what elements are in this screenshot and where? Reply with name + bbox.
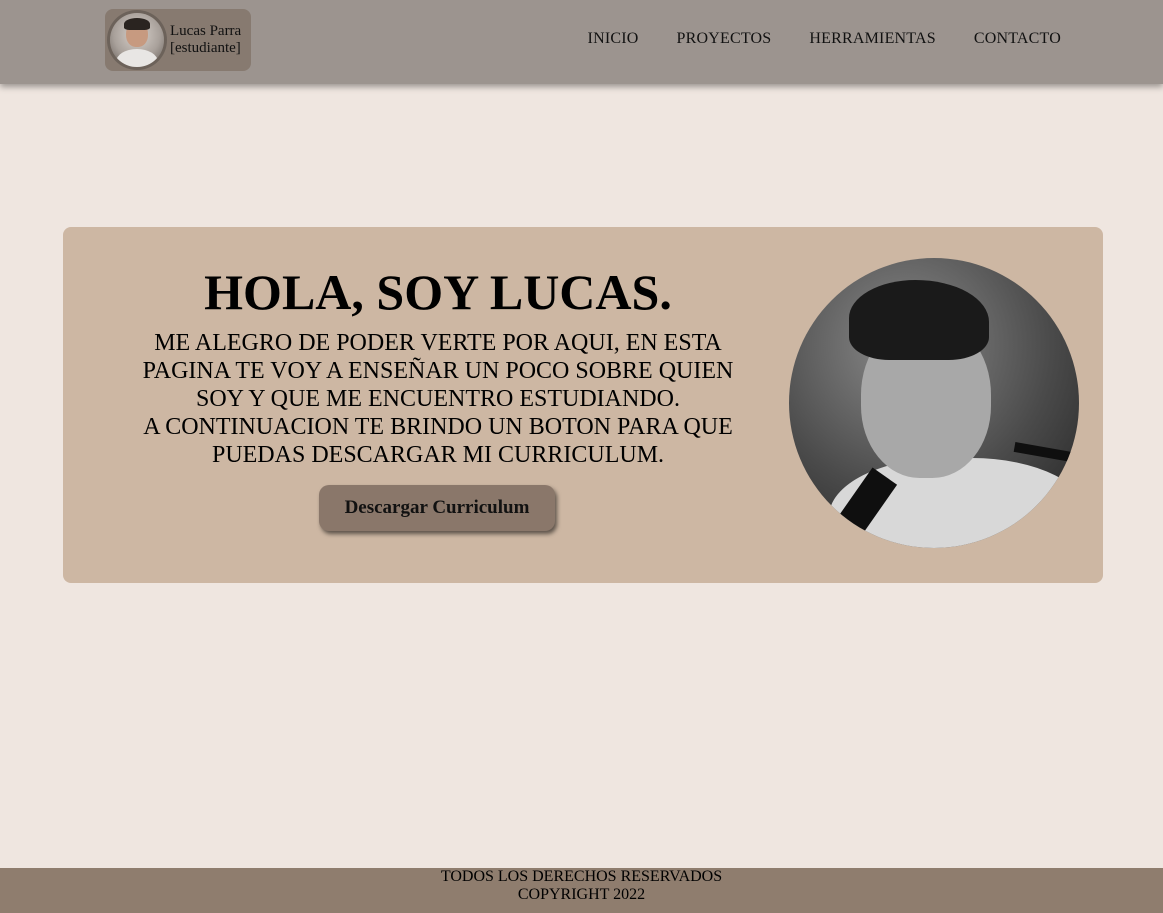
hero-paragraph-1: ME ALEGRO DE PODER VERTE POR AQUI, EN ES… — [142, 330, 734, 412]
nav-link-contacto[interactable]: CONTACTO — [974, 30, 1061, 48]
brand-name: Lucas Parra — [170, 23, 242, 39]
footer-copyright: COPYRIGHT 2022 — [517, 886, 646, 903]
navbar: Lucas Parra [estudiante] INICIO PROYECTO… — [0, 0, 1163, 84]
download-cv-button[interactable]: Descargar Curriculum — [319, 485, 555, 531]
hero-intro: ME ALEGRO DE PODER VERTE POR AQUI, EN ES… — [123, 329, 753, 469]
nav-link-proyectos[interactable]: PROYECTOS — [677, 30, 772, 48]
profile-photo — [789, 258, 1079, 548]
footer-rights: TODOS LOS DERECHOS RESERVADOS — [440, 868, 723, 885]
nav-link-herramientas[interactable]: HERRAMIENTAS — [809, 30, 935, 48]
avatar — [110, 13, 164, 67]
hero-title: HOLA, SOY LUCAS. — [204, 264, 672, 320]
brand-role: [estudiante] — [170, 40, 241, 56]
nav-link-inicio[interactable]: INICIO — [588, 30, 639, 48]
brand-text: Lucas Parra [estudiante] — [170, 23, 241, 57]
brand-badge[interactable]: Lucas Parra [estudiante] — [105, 9, 251, 71]
hero-paragraph-2: A CONTINUACION TE BRINDO UN BOTON PARA Q… — [143, 414, 733, 468]
footer: TODOS LOS DERECHOS RESERVADOS COPYRIGHT … — [0, 868, 1163, 913]
main-nav: INICIO PROYECTOS HERRAMIENTAS CONTACTO — [588, 30, 1061, 48]
hero-card: HOLA, SOY LUCAS. ME ALEGRO DE PODER VERT… — [63, 227, 1103, 583]
